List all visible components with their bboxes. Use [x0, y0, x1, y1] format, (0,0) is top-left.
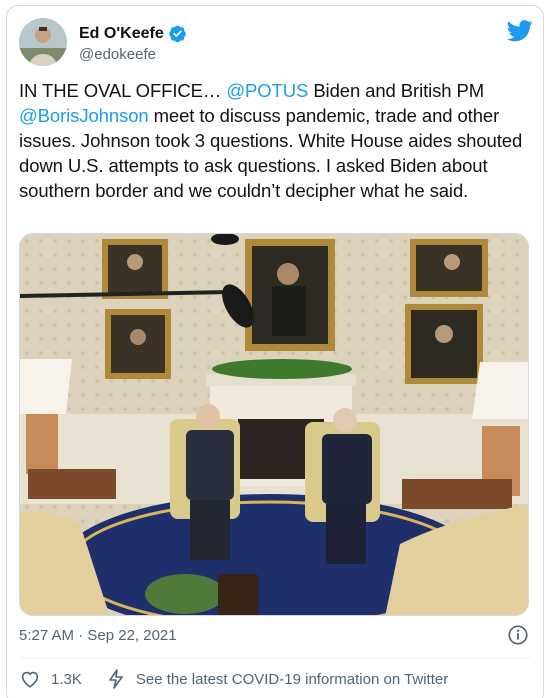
info-icon[interactable]	[507, 624, 529, 646]
avatar[interactable]	[19, 18, 67, 66]
mention-link-borisjohnson[interactable]: @BorisJohnson	[19, 105, 149, 126]
twitter-bird-icon[interactable]	[506, 20, 533, 42]
covid-info-link[interactable]: See the latest COVID-19 information on T…	[136, 671, 448, 688]
handle[interactable]: @edokeefe	[79, 46, 156, 63]
display-name[interactable]: Ed O'Keefe	[79, 25, 164, 43]
verified-badge-icon	[168, 24, 187, 43]
tweet-text-segment: Biden and British PM	[308, 80, 485, 101]
tweet-photo[interactable]	[19, 233, 529, 616]
tweet-card: Ed O'Keefe @edokeefe IN THE OVAL OFFICE……	[6, 5, 544, 698]
heart-icon[interactable]	[19, 668, 41, 690]
name-row: Ed O'Keefe	[79, 24, 187, 43]
divider	[19, 657, 531, 658]
lightning-bolt-icon	[108, 669, 124, 689]
tweet-text: IN THE OVAL OFFICE… @POTUS Biden and Bri…	[19, 78, 535, 203]
oval-office-photo-icon	[20, 234, 528, 615]
like-count[interactable]: 1.3K	[51, 671, 82, 688]
tweet-actions: 1.3K See the latest COVID-19 information…	[19, 666, 535, 692]
tweet-header: Ed O'Keefe @edokeefe	[19, 18, 533, 70]
tweet-timestamp[interactable]: 5:27 AM · Sep 22, 2021	[19, 627, 177, 644]
tweet-text-segment: IN THE OVAL OFFICE…	[19, 80, 227, 101]
mention-link-potus[interactable]: @POTUS	[226, 80, 308, 101]
